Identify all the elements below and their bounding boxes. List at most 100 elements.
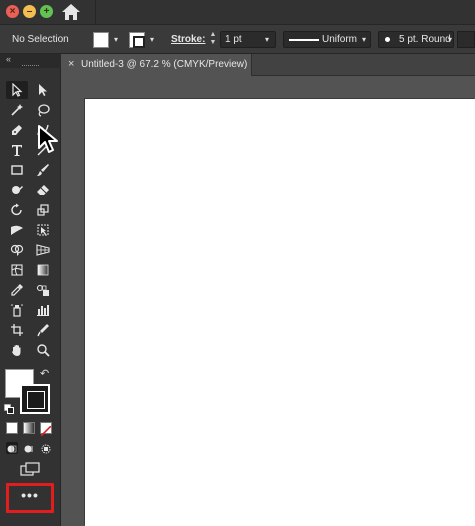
brush-definition-dropdown[interactable]: 5 pt. Round ▾ [378, 31, 454, 48]
shaper-tool-icon [12, 186, 23, 194]
lasso-icon [38, 104, 50, 117]
home-icon [62, 4, 80, 20]
rectangle-tool[interactable] [6, 161, 28, 179]
artboard[interactable] [85, 99, 475, 526]
variable-width-profile-dropdown[interactable]: Uniform ▾ [283, 31, 371, 48]
rotate-tool-icon [11, 203, 22, 216]
maximize-icon: + [43, 6, 50, 17]
zoom-tool[interactable] [32, 341, 54, 359]
magic-wand-tool[interactable] [6, 101, 28, 119]
rectangle-tool-icon [11, 165, 23, 175]
column-graph-tool[interactable] [32, 301, 54, 319]
selection-tool-icon [12, 83, 23, 97]
free-transform-tool[interactable] [32, 221, 54, 239]
zoom-tool-icon [37, 344, 50, 357]
gradient-tool[interactable] [32, 261, 54, 279]
scale-tool[interactable] [32, 201, 54, 219]
width-tool[interactable] [6, 221, 28, 239]
artboard-tool-icon [11, 324, 23, 336]
change-screen-mode-icon [20, 462, 40, 476]
brush-dropdown-icon: ▾ [448, 35, 453, 44]
fill-dropdown-chevron-icon[interactable]: ▾ [114, 35, 118, 44]
stroke-weight-dropdown-icon: ▾ [265, 35, 270, 44]
mouse-pointer-icon [37, 124, 59, 159]
column-graph-icon [37, 305, 49, 316]
close-icon: × [9, 6, 16, 17]
magic-wand-icon [11, 104, 23, 116]
change-screen-mode-button[interactable] [18, 460, 42, 478]
fill-color-swatch[interactable] [93, 32, 109, 48]
document-tab-bar: × Untitled-3 @ 67.2 % (CMYK/Preview) [61, 54, 475, 76]
scale-tool-icon [37, 204, 49, 216]
minimize-icon: – [26, 6, 33, 17]
stroke-weight-stepper[interactable]: ▲ ▼ [207, 31, 219, 48]
stroke-color-box[interactable] [20, 384, 50, 414]
draw-behind-icon[interactable] [23, 442, 35, 454]
shape-builder-icon [10, 244, 24, 256]
symbol-sprayer-tool[interactable] [6, 301, 28, 319]
pen-tool[interactable] [6, 121, 28, 139]
paintbrush-tool[interactable] [32, 161, 54, 179]
shaper-tool[interactable] [6, 181, 28, 199]
hand-tool[interactable] [6, 341, 28, 359]
close-window-button[interactable]: × [6, 5, 19, 18]
close-tab-icon[interactable]: × [68, 58, 74, 70]
direct-selection-tool[interactable] [32, 81, 54, 99]
shape-builder-tool[interactable] [6, 241, 28, 259]
edit-toolbar-button[interactable]: ••• [6, 483, 54, 513]
gradient-icon[interactable] [23, 422, 35, 434]
blend-tool-icon [36, 284, 49, 296]
none-icon[interactable] [40, 422, 52, 437]
paintbrush-icon [37, 164, 49, 176]
color-icon[interactable] [6, 422, 18, 434]
panel-grip[interactable] [22, 65, 39, 67]
stroke-weight-field[interactable]: 1 pt ▾ [220, 31, 276, 48]
minimize-window-button[interactable]: – [23, 5, 36, 18]
more-tools-icon: ••• [21, 487, 39, 503]
profile-label: Uniform [322, 34, 358, 45]
title-bar: × – + [0, 0, 475, 24]
hand-tool-icon [12, 345, 21, 356]
control-bar: No Selection ▾ ▾ Stroke: ▲ ▼ 1 pt ▾ Unifo… [0, 24, 475, 54]
stroke-color-swatch[interactable] [129, 32, 145, 48]
blend-tool[interactable] [32, 281, 54, 299]
brush-dot-icon [385, 37, 390, 42]
tools-panel-header: « [0, 54, 61, 68]
type-tool[interactable] [6, 141, 28, 159]
title-bar-divider [95, 0, 96, 24]
type-tool-icon [12, 145, 22, 156]
direct-selection-tool-icon [39, 84, 47, 96]
mesh-tool[interactable] [6, 261, 28, 279]
artboard-tool[interactable] [6, 321, 28, 339]
free-transform-icon [37, 224, 49, 236]
perspective-grid-icon [36, 244, 50, 256]
draw-normal-icon[interactable] [6, 442, 18, 454]
symbol-sprayer-icon [11, 304, 23, 317]
gradient-tool-icon [37, 264, 49, 276]
pen-tool-icon [12, 125, 22, 135]
opacity-field[interactable] [457, 31, 475, 48]
eyedropper-tool[interactable] [6, 281, 28, 299]
maximize-window-button[interactable]: + [40, 5, 53, 18]
profile-dropdown-icon: ▾ [362, 35, 367, 44]
default-fill-stroke-icon[interactable] [4, 401, 14, 414]
eyedropper-icon [11, 284, 23, 296]
stroke-dropdown-chevron-icon[interactable]: ▾ [150, 35, 154, 44]
home-button[interactable] [61, 3, 81, 21]
brush-label: 5 pt. Round [399, 34, 451, 45]
document-tab[interactable]: × Untitled-3 @ 67.2 % (CMYK/Preview) [61, 54, 252, 76]
eraser-tool[interactable] [32, 181, 54, 199]
profile-line-preview [289, 39, 319, 41]
swap-fill-stroke-icon[interactable]: ↶ [40, 367, 49, 380]
slice-tool[interactable] [32, 321, 54, 339]
slice-tool-icon [37, 324, 49, 337]
selection-tool[interactable] [6, 81, 28, 99]
rotate-tool[interactable] [6, 201, 28, 219]
perspective-grid-tool[interactable] [32, 241, 54, 259]
collapse-panel-icon[interactable]: « [6, 54, 11, 64]
mesh-tool-icon [11, 264, 23, 276]
stroke-panel-link[interactable]: Stroke: [171, 34, 205, 45]
draw-inside-icon[interactable] [40, 442, 52, 454]
document-tab-title: Untitled-3 @ 67.2 % (CMYK/Preview) [81, 59, 248, 70]
lasso-tool[interactable] [32, 101, 54, 119]
